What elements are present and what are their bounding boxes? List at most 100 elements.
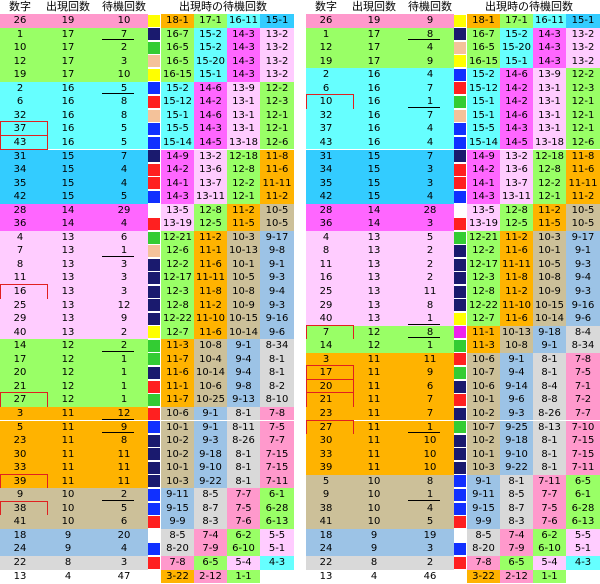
appear-count-cell: 13 [367,286,381,297]
number-cell: 9 [16,489,24,501]
history-cell: 15-1 [260,14,294,28]
highlight-box [306,94,354,110]
history-cell: 8-7 [194,501,227,516]
history-cell: 10-5 [566,203,600,218]
history-cell: 9-16 [260,312,294,326]
history-cell: 9-4 [500,366,533,380]
color-indicator [454,177,466,190]
history-cell: 8-34 [566,339,600,353]
appear-count-cell: 11 [367,353,381,365]
underline-mark [102,418,134,420]
history-cell: 13-1 [533,108,566,123]
history-cell: 11-8 [194,285,227,299]
history-cell: 9-8 [227,379,260,394]
number-cell: 26 [319,15,333,26]
history-cell [566,569,600,584]
history-cell: 6-1 [260,488,294,502]
history-cell: 7-9 [194,542,227,556]
appear-count-cell: 10 [367,475,381,487]
history-cell: 6-5 [194,556,227,570]
history-cell: 13-1 [533,122,566,136]
color-indicator [148,461,160,474]
appear-count-cell: 11 [367,421,381,433]
color-indicator [454,488,466,501]
history-cell: 7-4 [500,528,533,543]
number-cell: 18 [319,529,333,541]
color-indicator [148,529,160,542]
history-cell: 10-4 [194,352,227,367]
history-cell: 11-3 [161,339,194,353]
history-cell: 17-1 [194,14,227,28]
number-cell: 30 [13,448,27,460]
color-indicator [148,96,160,108]
appear-count-cell: 12 [61,367,75,379]
appear-count-cell: 11 [367,435,381,447]
history-cell: 13-11 [500,190,533,204]
color-indicator [148,556,160,569]
number-cell: 4 [16,231,24,243]
history-cell: 7-10 [566,420,600,435]
history-cell: 7-7 [260,434,294,448]
history-cell: 13-18 [227,135,260,150]
number-cell: 9 [322,489,330,501]
color-indicator [148,177,160,190]
wait-count-cell: 4 [426,42,434,54]
wait-count-cell: 5 [120,191,128,203]
color-indicator [454,41,466,54]
appear-count-cell: 12 [367,340,381,352]
history-cell: 6-28 [566,501,600,516]
history-cell: 11-6 [500,244,533,258]
history-cell: 7-15 [566,434,600,448]
color-indicator [148,299,160,312]
history-cell: 12-18 [227,149,260,164]
color-indicator [148,28,160,41]
wait-count-cell: 11 [423,286,437,297]
history-cell: 9-1 [194,420,227,435]
appear-count-cell: 4 [64,570,72,582]
number-cell: 28 [319,204,333,216]
appear-count-cell: 17 [61,69,75,81]
underline-mark [408,106,440,108]
appear-count-cell: 17 [61,55,75,67]
color-indicator [148,421,160,434]
history-cell: 8-4 [566,325,600,340]
wait-count-cell: 11 [117,475,131,487]
color-indicator [148,82,160,95]
history-cell: 10-14 [533,312,566,326]
wait-count-cell: 11 [423,353,437,365]
wait-count-cell: 6 [120,516,128,528]
appear-count-cell: 13 [61,272,75,284]
history-cell: 11-1 [194,244,227,258]
history-cell: 12-8 [467,285,500,299]
appear-count-cell: 11 [367,380,381,392]
history-cell: 13-1 [533,95,566,109]
history-cell: 15-12 [161,95,194,109]
number-cell: 31 [13,150,27,162]
history-cell: 8-26 [227,434,260,448]
number-cell: 19 [319,55,333,67]
appear-count-cell: 16 [367,136,381,148]
history-cell: 11-6 [260,163,294,177]
history-cell: 12-8 [194,203,227,218]
color-indicator [148,502,160,515]
appear-count-cell: 11 [61,421,75,433]
history-cell: 5-5 [260,528,294,543]
history-cell: 13-2 [260,27,294,42]
number-cell: 40 [319,313,333,325]
wait-count-cell: 2 [426,272,434,284]
history-cell: 13-5 [161,203,194,218]
color-indicator [148,339,160,352]
history-cell: 14-5 [500,135,533,150]
history-cell: 12-17 [467,257,500,272]
number-cell: 6 [322,82,330,94]
appear-count-cell: 17 [367,28,381,40]
color-indicator [148,55,160,68]
number-cell: 12 [13,55,27,67]
history-cell: 12-3 [467,271,500,285]
appear-count-cell: 14 [367,218,381,230]
number-cell: 40 [13,326,27,338]
header-wait-at-appear: 出現時の待機回数 [458,0,600,14]
history-cell: 9-25 [500,420,533,435]
history-cell: 14-9 [467,149,500,164]
history-cell: 1-1 [227,569,260,584]
